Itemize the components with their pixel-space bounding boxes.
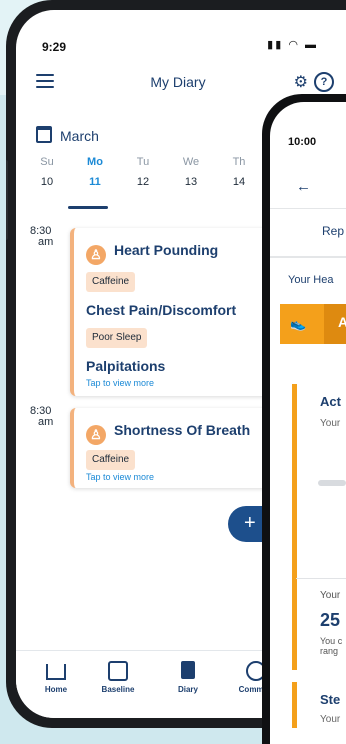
tap-to-view-link[interactable]: Tap to view more <box>86 472 154 482</box>
divider <box>270 256 346 258</box>
selected-day-indicator <box>68 206 108 209</box>
body-icon: ♙ <box>86 425 106 445</box>
day-name: Th <box>232 156 246 168</box>
nav-label: Diary <box>177 685 198 694</box>
activity-label: A <box>338 314 346 330</box>
diary-entry[interactable]: ♙ Shortness Of Breath Caffeine Tap to vie… <box>70 408 284 488</box>
tab-report[interactable]: Rep <box>322 224 344 238</box>
back-arrow-icon[interactable]: ← <box>296 178 311 195</box>
home-icon <box>46 664 66 680</box>
symptom-title: ♙ Shortness Of Breath <box>86 422 250 445</box>
trigger-tag: Caffeine <box>86 450 136 470</box>
card-title: Act <box>320 394 341 409</box>
day-tu[interactable]: Tu 12 <box>128 156 158 188</box>
entry-time: 8:30 am <box>30 226 53 248</box>
day-mo-selected[interactable]: Mo 11 <box>80 156 110 188</box>
nav-diary[interactable]: Diary <box>158 659 218 694</box>
day-date: 14 <box>232 176 246 188</box>
symptom-title: ♙ Heart Pounding <box>86 242 218 265</box>
nav-label: Home <box>44 685 68 694</box>
day-su[interactable]: Su 10 <box>32 156 62 188</box>
page-title: My Diary <box>150 74 206 90</box>
diary-entry[interactable]: ♙ Heart Pounding Caffeine Chest Pain/Disc… <box>70 228 284 396</box>
symptom-label: Shortness Of Breath <box>114 422 251 438</box>
status-time: 9:29 <box>42 40 67 54</box>
range-slider[interactable] <box>318 480 346 486</box>
trigger-tag: Poor Sleep <box>86 328 148 348</box>
day-we[interactable]: We 13 <box>176 156 206 188</box>
card-text: rang <box>320 646 339 656</box>
divider <box>270 208 346 209</box>
month-label: March <box>60 128 99 144</box>
symptom-title: Palpitations <box>86 358 166 374</box>
status-time: 10:00 <box>288 136 317 148</box>
trigger-tag: Caffeine <box>86 272 136 292</box>
nav-label: Baseline <box>101 685 135 694</box>
diary-icon <box>181 661 195 679</box>
chart-icon <box>108 661 128 681</box>
section-heading: Your Hea <box>288 274 334 286</box>
card-value-label: Your <box>320 590 341 601</box>
card-value: 25 <box>320 610 341 630</box>
tap-to-view-link[interactable]: Tap to view more <box>86 378 154 388</box>
shoe-icon: 👟 <box>290 316 307 331</box>
month-selector[interactable]: March <box>36 126 99 144</box>
time-ampm: am <box>38 416 54 428</box>
body-icon: ♙ <box>86 245 106 265</box>
day-name: We <box>182 156 200 168</box>
calendar-icon <box>36 126 52 143</box>
symptom-title: Chest Pain/Discomfort <box>86 302 237 318</box>
card-subtitle: Your <box>320 418 341 429</box>
symptom-label: Heart Pounding <box>114 242 219 258</box>
day-name: Mo <box>87 156 103 168</box>
day-name: Tu <box>136 156 150 168</box>
day-name: Su <box>40 156 54 168</box>
status-icons: ▮▮ ◠ ▬ <box>267 39 318 51</box>
card-title: Ste <box>320 692 341 707</box>
help-icon[interactable]: ? <box>314 72 334 92</box>
nav-baseline[interactable]: Baseline <box>88 659 148 694</box>
nav-home[interactable]: Home <box>26 659 86 694</box>
gear-icon[interactable]: ⚙ <box>294 72 308 92</box>
card-text: You c <box>320 636 343 646</box>
day-th[interactable]: Th 14 <box>224 156 254 188</box>
card-subtitle: Your <box>320 714 341 725</box>
day-date: 10 <box>40 176 54 188</box>
day-date: 13 <box>184 176 198 188</box>
entry-time: 8:30 am <box>30 406 53 428</box>
day-date: 12 <box>136 176 150 188</box>
divider <box>296 578 346 579</box>
day-date: 11 <box>89 176 101 188</box>
time-ampm: am <box>38 236 54 248</box>
